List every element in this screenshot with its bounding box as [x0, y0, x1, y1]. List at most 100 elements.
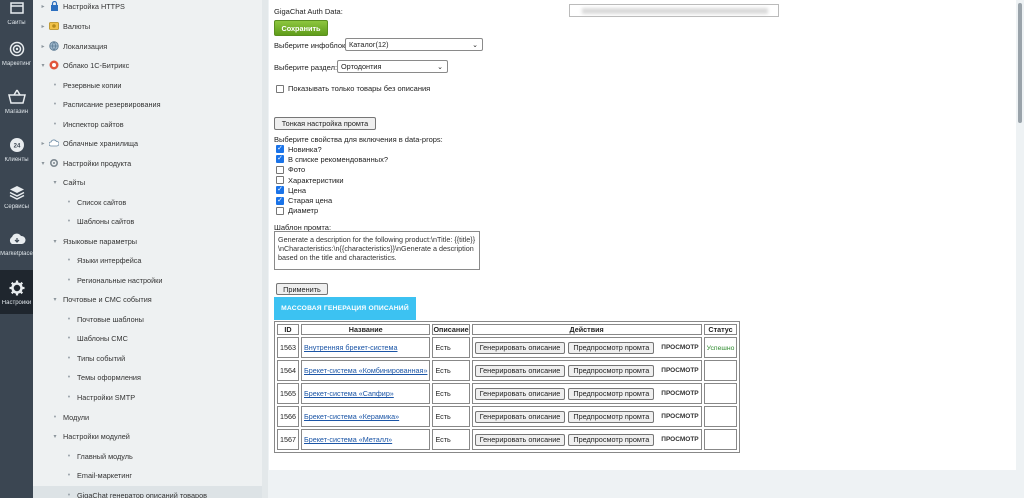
product-link[interactable]: Брекет-система «Сапфир»	[304, 389, 394, 398]
chevron-right-icon[interactable]: ▸	[39, 23, 47, 30]
view-button[interactable]: ПРОСМОТР	[661, 390, 698, 397]
tree-item[interactable]: ▾ Настройки модулей	[51, 427, 130, 445]
menu-marketplace[interactable]: Marketplace	[0, 221, 33, 265]
tree-item[interactable]: • Расписание резервирования	[51, 95, 161, 113]
tree-item[interactable]: • Шаблоны сайтов	[65, 212, 135, 230]
fine-tune-button[interactable]: Тонкая настройка промта	[274, 117, 376, 130]
prop-checkbox[interactable]: ✓	[276, 145, 284, 154]
product-link[interactable]: Внутренняя брекет-система	[304, 343, 398, 352]
view-button[interactable]: ПРОСМОТР	[661, 413, 698, 420]
tree-item-label: Email-маркетинг	[77, 470, 133, 480]
menu-marketing-label: Маркетинг	[1, 60, 32, 67]
tree-item[interactable]: • Настройки SMTP	[65, 388, 135, 406]
product-link[interactable]: Брекет-система «Металл»	[304, 435, 392, 444]
prop-checkbox[interactable]: ✓	[276, 186, 284, 195]
tree-item[interactable]: ▸ Валюты	[39, 17, 90, 35]
view-button[interactable]: ПРОСМОТР	[661, 436, 698, 443]
chevron-down-icon[interactable]: ▾	[39, 62, 47, 69]
prop-checkbox[interactable]	[276, 165, 284, 174]
preview-prompt-button[interactable]: Предпросмотр промта	[568, 341, 655, 354]
tree-item[interactable]: ▾ Почтовые и СМС события	[51, 290, 151, 308]
apply-button[interactable]: Применить	[276, 283, 328, 295]
chevron-right-icon[interactable]: ▸	[39, 3, 47, 10]
tree-item[interactable]: • Инспектор сайтов	[51, 115, 124, 133]
bullet-icon: •	[53, 120, 57, 128]
view-button[interactable]: ПРОСМОТР	[661, 344, 698, 351]
view-button[interactable]: ПРОСМОТР	[661, 367, 698, 374]
chevron-down-icon[interactable]: ▾	[51, 296, 59, 303]
preview-prompt-button[interactable]: Предпросмотр промта	[568, 410, 655, 423]
tree-item[interactable]: ▸ Локализация	[39, 37, 107, 55]
chevron-down-icon[interactable]: ▾	[39, 160, 47, 167]
chevron-down-icon[interactable]: ▾	[51, 179, 59, 186]
product-link[interactable]: Брекет-система «Комбинированная»	[304, 366, 427, 375]
gear-icon	[8, 279, 26, 297]
chevron-down-icon[interactable]: ▾	[51, 433, 59, 440]
tree-item[interactable]: ▸ Облачные хранилища	[39, 134, 138, 152]
product-link[interactable]: Брекет-система «Керамика»	[304, 412, 399, 421]
clients-icon: 24	[8, 136, 26, 154]
chevron-right-icon[interactable]: ▸	[39, 140, 47, 147]
only-no-desc-checkbox[interactable]	[276, 84, 284, 93]
infoblock-select[interactable]: Каталог(12) ⌄	[345, 38, 483, 51]
generate-description-button[interactable]: Генерировать описание	[474, 433, 566, 446]
table-row: 1565 Брекет-система «Сапфир» Есть Генериров…	[277, 383, 738, 404]
generate-description-button[interactable]: Генерировать описание	[474, 364, 566, 377]
tree-item[interactable]: ▾ Сайты	[51, 173, 85, 191]
save-button[interactable]: Сохранить	[274, 20, 328, 36]
menu-services[interactable]: Сервисы	[0, 174, 33, 218]
template-textarea[interactable]: Generate a description for the following…	[274, 231, 480, 270]
auth-data-field[interactable]	[569, 4, 779, 17]
preview-prompt-button[interactable]: Предпросмотр промта	[568, 387, 655, 400]
generate-description-button[interactable]: Генерировать описание	[474, 410, 566, 423]
tree-item[interactable]: • Почтовые шаблоны	[65, 310, 144, 328]
header-actions: Действия	[471, 324, 702, 335]
chevron-right-icon[interactable]: ▸	[39, 43, 47, 50]
tree-item[interactable]: • Модули	[51, 408, 89, 426]
tree-item[interactable]: • Шаблоны СМС	[65, 329, 128, 347]
preview-prompt-button[interactable]: Предпросмотр промта	[568, 364, 655, 377]
mass-generate-button[interactable]: МАССОВАЯ ГЕНЕРАЦИЯ ОПИСАНИЙ	[274, 297, 416, 320]
generate-description-button[interactable]: Генерировать описание	[474, 341, 566, 354]
menu-sites[interactable]: Сайты	[0, 0, 33, 34]
tree-item[interactable]: • Темы оформления	[65, 368, 141, 386]
menu-shop[interactable]: Магазин	[0, 79, 33, 123]
preview-prompt-button[interactable]: Предпросмотр промта	[568, 433, 655, 446]
tree-item[interactable]: • GigaChat генератор описаний товаров	[33, 486, 262, 498]
menu-marketing[interactable]: Маркетинг	[0, 31, 33, 75]
globe-icon	[49, 41, 59, 51]
tree-item[interactable]: ▾ Языковые параметры	[51, 232, 137, 250]
generate-description-button[interactable]: Генерировать описание	[474, 387, 566, 400]
tree-item[interactable]: • Региональные настройки	[65, 271, 163, 289]
prop-checkbox[interactable]: ✓	[276, 155, 284, 164]
chevron-down-icon[interactable]: ▾	[51, 238, 59, 245]
tree-item[interactable]: • Резервные копии	[51, 76, 122, 94]
tree-item[interactable]: ▾ Облако 1С-Битрикс	[39, 56, 129, 74]
menu-settings[interactable]: Настройки	[0, 270, 33, 314]
bullet-icon: •	[67, 217, 71, 225]
cell-name: Брекет-система «Комбинированная»	[301, 360, 431, 381]
prop-checkbox[interactable]: ✓	[276, 196, 284, 205]
tree-item-label: Настройки модулей	[63, 431, 130, 441]
tree-item[interactable]: ▸ Настройка HTTPS	[39, 0, 125, 15]
bullet-icon: •	[67, 393, 71, 401]
tree-item[interactable]: • Список сайтов	[65, 193, 127, 211]
cell-status	[703, 360, 738, 381]
prop-checkbox[interactable]	[276, 176, 284, 185]
tree-item[interactable]: • Email-маркетинг	[65, 466, 132, 484]
layers-icon	[8, 183, 26, 201]
tree-item[interactable]: • Типы событий	[65, 349, 125, 367]
cell-id: 1563	[277, 337, 299, 358]
tree-item-label: Темы оформления	[77, 372, 141, 382]
tree-item-label: Языковые параметры	[63, 236, 138, 246]
module-settings-panel: GigaChat Auth Data: Сохранить Выберите и…	[269, 0, 1016, 470]
tree-item[interactable]: ▾ Настройки продукта	[39, 154, 131, 172]
menu-clients[interactable]: 24 Клиенты	[0, 127, 33, 171]
tree-item[interactable]: • Главный модуль	[65, 447, 133, 465]
tree-item-label: Шаблоны СМС	[77, 333, 128, 343]
tree-item[interactable]: • Языки интерфейса	[65, 251, 142, 269]
section-select[interactable]: Ортодонтия ⌄	[337, 60, 448, 73]
page-scrollbar[interactable]	[1017, 0, 1024, 498]
scroll-thumb[interactable]	[1018, 3, 1022, 123]
prop-checkbox[interactable]	[276, 206, 284, 215]
